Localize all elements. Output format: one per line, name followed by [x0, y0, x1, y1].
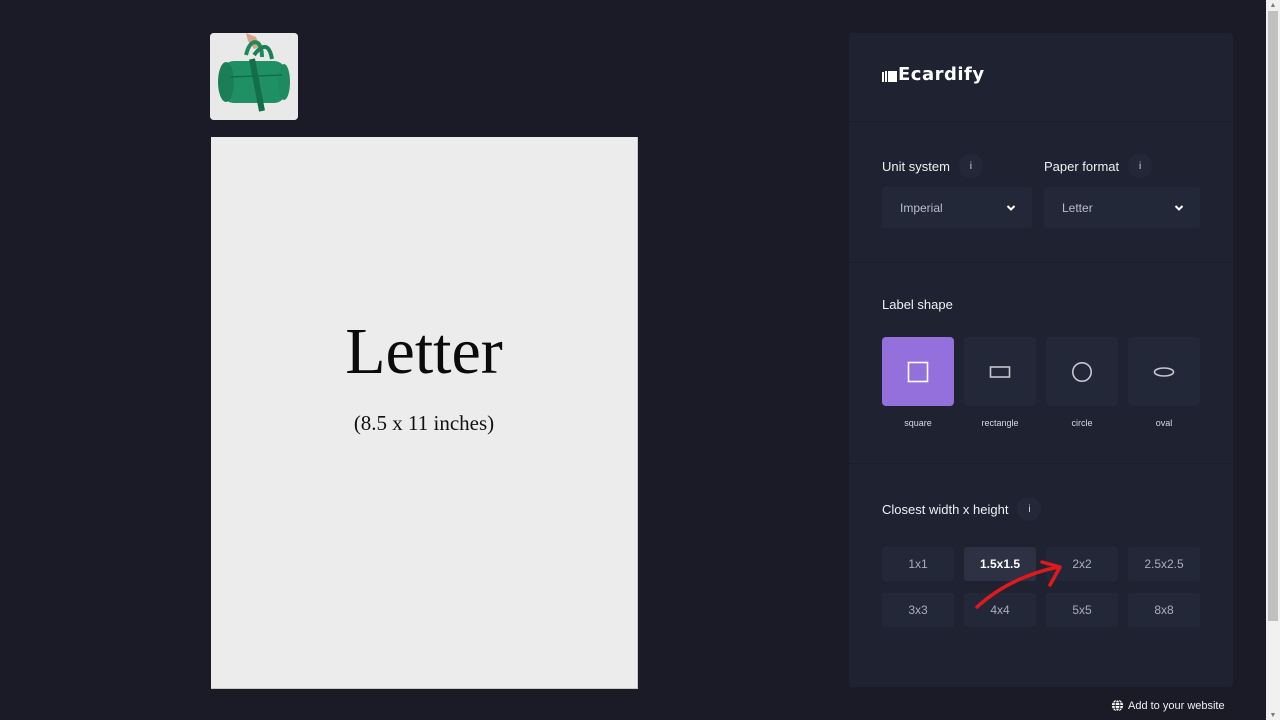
scroll-down-arrow-icon[interactable]: ▼: [1266, 710, 1280, 720]
unit-system-info-icon[interactable]: i: [958, 154, 983, 178]
rectangle-shape-icon: [989, 365, 1011, 378]
label-shape-label-text: Label shape: [882, 297, 953, 312]
brand-logo[interactable]: Ecardify: [882, 64, 985, 85]
size-option-1.5x1.5[interactable]: 1.5x1.5: [964, 547, 1036, 581]
unit-system-label-text: Unit system: [882, 158, 950, 174]
unit-system-label: Unit system i: [882, 154, 983, 178]
shape-option-circle[interactable]: [1046, 337, 1118, 406]
paper-format-label-text: Paper format: [1044, 158, 1120, 174]
unit-system-value: Imperial: [900, 200, 943, 215]
size-option-1x1[interactable]: 1x1: [882, 547, 954, 581]
circle-shape-icon: [1072, 361, 1092, 382]
product-thumbnail[interactable]: [210, 33, 298, 120]
shape-caption-square: square: [904, 418, 932, 428]
chevron-down-icon: [1174, 204, 1184, 211]
closest-size-label-text: Closest width x height: [882, 501, 1009, 517]
size-option-8x8[interactable]: 8x8: [1128, 593, 1200, 627]
divider: [849, 463, 1233, 464]
add-to-website-link[interactable]: Add to your website: [1111, 699, 1225, 712]
closest-size-info-icon[interactable]: i: [1017, 497, 1042, 521]
ecardify-logo-icon: [882, 68, 897, 82]
duffel-bag-image: [210, 33, 298, 120]
scroll-up-arrow-icon[interactable]: ▲: [1266, 0, 1280, 10]
oval-shape-icon: [1153, 366, 1175, 377]
square-shape-icon: [907, 361, 929, 382]
page-scrollbar[interactable]: ▲ ▼: [1266, 0, 1280, 720]
paper-name: Letter: [345, 315, 503, 388]
label-shape-label: Label shape: [882, 297, 953, 312]
paper-format-info-icon[interactable]: i: [1128, 154, 1153, 178]
closest-size-label: Closest width x height i: [882, 497, 1042, 521]
settings-panel: Ecardify Unit system i Imperial Paper fo…: [849, 33, 1233, 687]
divider: [849, 262, 1233, 263]
size-option-4x4[interactable]: 4x4: [964, 593, 1036, 627]
shape-option-oval[interactable]: [1128, 337, 1200, 406]
paper-format-select[interactable]: Letter: [1044, 187, 1200, 228]
chevron-down-icon: [1006, 204, 1016, 211]
shape-option-square[interactable]: [882, 337, 954, 406]
paper-format-label: Paper format i: [1044, 154, 1153, 178]
paper-preview: Letter (8.5 x 11 inches): [211, 137, 638, 689]
divider: [849, 121, 1233, 122]
size-option-3x3[interactable]: 3x3: [882, 593, 954, 627]
scroll-thumb[interactable]: [1268, 11, 1278, 621]
size-option-5x5[interactable]: 5x5: [1046, 593, 1118, 627]
globe-icon: [1111, 699, 1124, 712]
size-option-2.5x2.5[interactable]: 2.5x2.5: [1128, 547, 1200, 581]
add-to-website-text: Add to your website: [1128, 699, 1225, 712]
shape-option-rectangle[interactable]: [964, 337, 1036, 406]
brand-name: Ecardify: [898, 64, 985, 85]
paper-dimensions: (8.5 x 11 inches): [353, 411, 495, 435]
size-option-2x2[interactable]: 2x2: [1046, 547, 1118, 581]
shape-caption-oval: oval: [1155, 418, 1173, 428]
shape-caption-rectangle: rectangle: [981, 418, 1019, 428]
unit-system-select[interactable]: Imperial: [882, 187, 1032, 228]
shape-caption-circle: circle: [1071, 418, 1093, 428]
page: Letter (8.5 x 11 inches) Ecardify Unit s…: [0, 0, 1280, 720]
paper-format-value: Letter: [1062, 200, 1093, 215]
